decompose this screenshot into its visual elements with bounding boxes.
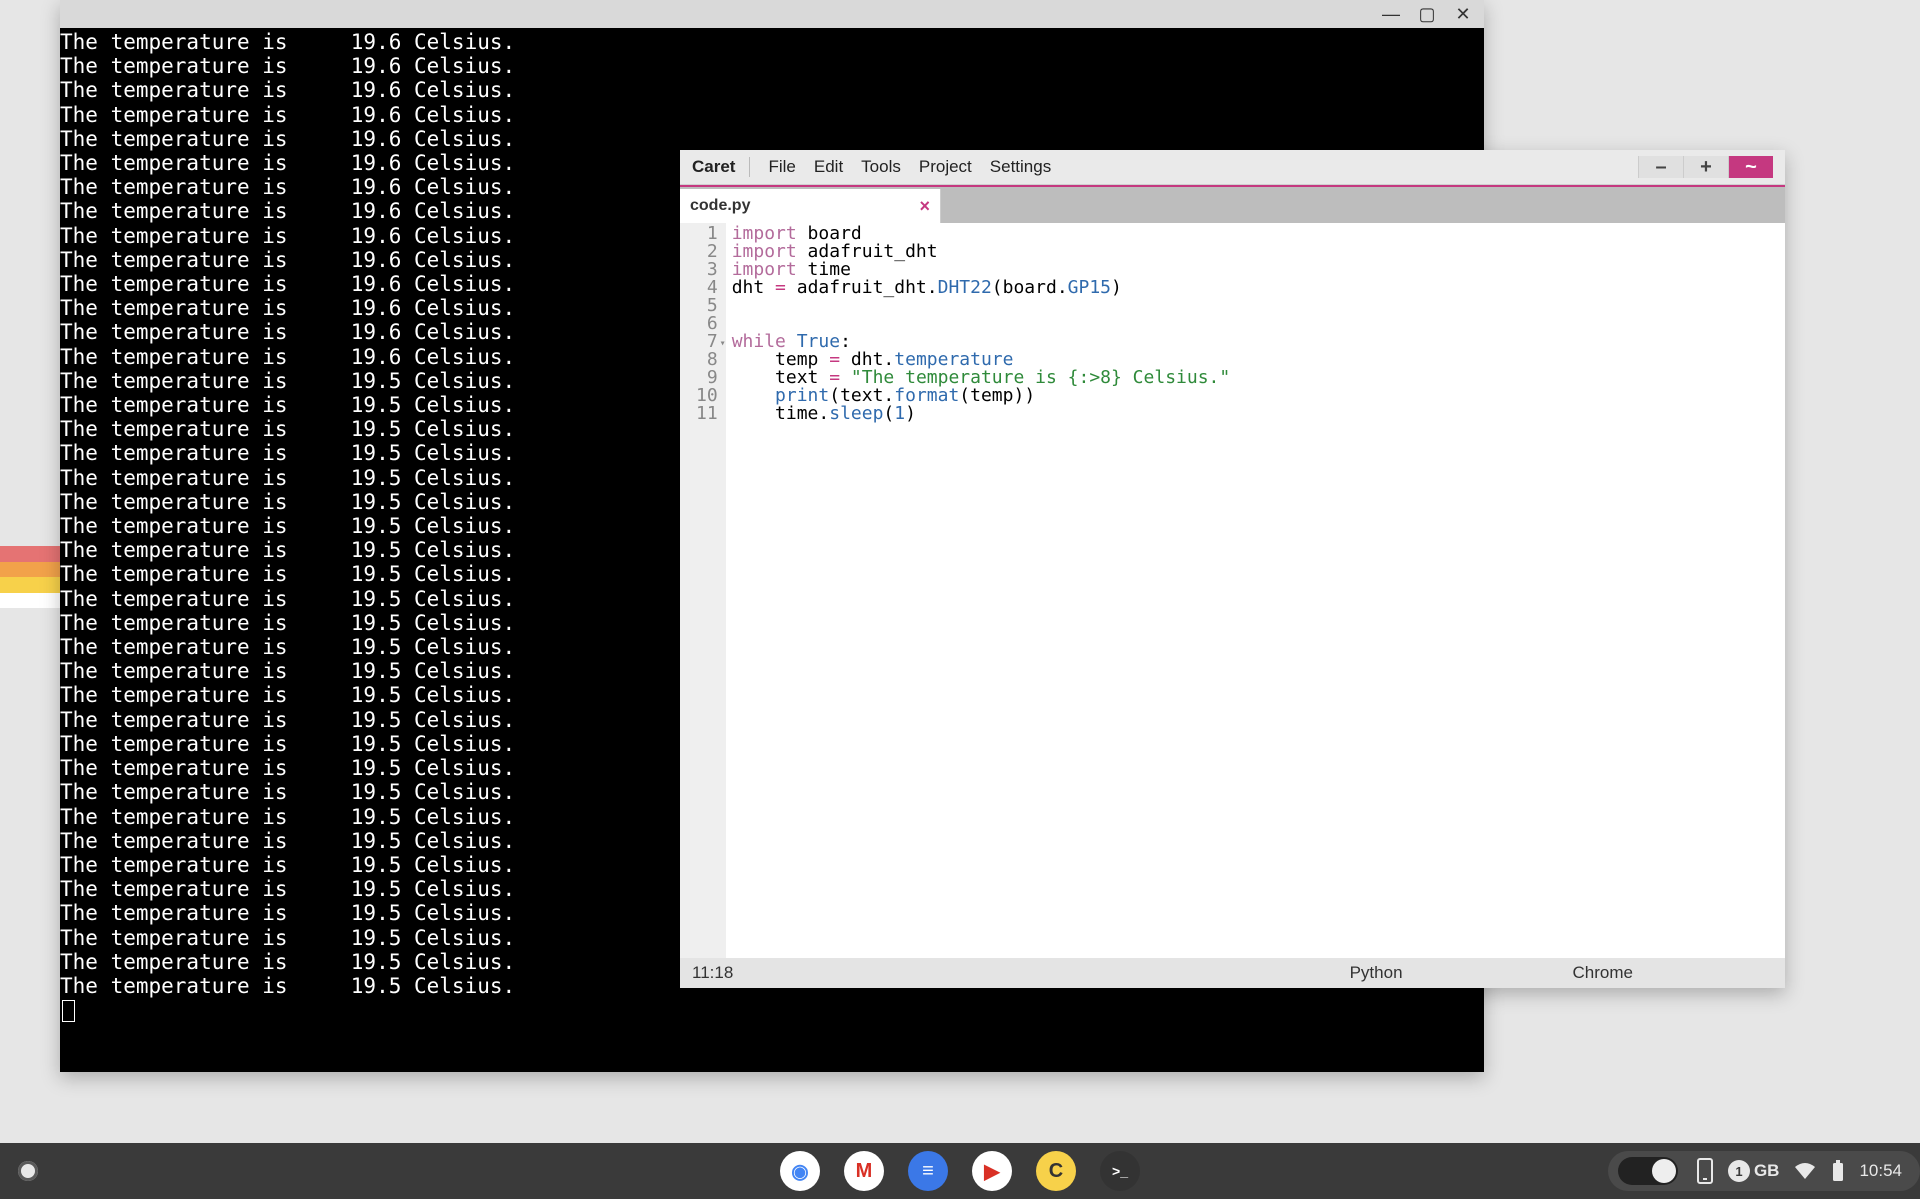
shelf-apps: ◉ M ≡ ▶ C >_ <box>780 1151 1140 1191</box>
system-tray[interactable]: 1 GB 10:54 <box>1608 1151 1920 1191</box>
phone-hub-icon[interactable] <box>1696 1158 1714 1184</box>
status-language[interactable]: Python <box>1350 963 1403 983</box>
side-notification-tab[interactable] <box>0 546 60 608</box>
editor-tab-label: code.py <box>690 197 750 215</box>
menu-file[interactable]: File <box>768 157 795 177</box>
chromeos-shelf: ◉ M ≡ ▶ C >_ 1 GB 10:54 <box>0 1143 1920 1199</box>
do-not-disturb-toggle[interactable] <box>1618 1157 1678 1185</box>
status-cursor-position: 11:18 <box>692 963 733 983</box>
gmail-app[interactable]: M <box>844 1151 884 1191</box>
launcher-button[interactable] <box>0 1143 56 1199</box>
editor-menus: File Edit Tools Project Settings <box>768 157 1051 177</box>
editor-tab-codepy[interactable]: code.py × <box>680 189 941 223</box>
terminal-app[interactable]: >_ <box>1100 1151 1140 1191</box>
line-number: 11 <box>696 405 718 423</box>
storage-indicator[interactable]: 1 GB <box>1728 1160 1780 1182</box>
docs-app[interactable]: ≡ <box>908 1151 948 1191</box>
zoom-out-button[interactable]: – <box>1638 156 1684 178</box>
fold-icon[interactable]: ▾ <box>720 335 726 353</box>
editor-gutter: 1234567▾891011 <box>680 223 726 958</box>
editor-tabstrip: code.py × <box>680 185 1785 223</box>
code-line[interactable]: time.sleep(1) <box>732 405 1231 423</box>
minimize-icon[interactable]: — <box>1382 4 1400 25</box>
storage-number: 1 <box>1728 1160 1750 1182</box>
code-line[interactable] <box>732 297 1231 315</box>
caret-app[interactable]: C <box>1036 1151 1076 1191</box>
modified-indicator-button[interactable]: ~ <box>1729 156 1773 178</box>
app-name-label: Caret <box>692 157 750 177</box>
maximize-icon[interactable]: ▢ <box>1418 4 1436 25</box>
editor-statusbar: 11:18 Python Chrome <box>680 958 1785 988</box>
terminal-titlebar[interactable]: — ▢ ✕ <box>60 0 1484 28</box>
zoom-in-button[interactable]: + <box>1684 156 1729 178</box>
terminal-cursor <box>62 1000 75 1022</box>
close-icon[interactable]: ✕ <box>1454 4 1472 25</box>
battery-icon[interactable] <box>1831 1160 1845 1182</box>
editor-body[interactable]: 1234567▾891011 import boardimport adafru… <box>680 223 1785 958</box>
menu-tools[interactable]: Tools <box>861 157 901 177</box>
editor-code[interactable]: import boardimport adafruit_dhtimport ti… <box>726 223 1231 958</box>
clock[interactable]: 10:54 <box>1859 1161 1902 1181</box>
caret-editor-window: Caret File Edit Tools Project Settings – + ~… <box>680 150 1785 988</box>
wifi-icon[interactable] <box>1793 1162 1817 1180</box>
code-line[interactable]: dht = adafruit_dht.DHT22(board.GP15) <box>732 279 1231 297</box>
storage-unit: GB <box>1754 1161 1780 1181</box>
editor-menubar: Caret File Edit Tools Project Settings – + ~ <box>680 150 1785 185</box>
chrome-app[interactable]: ◉ <box>780 1151 820 1191</box>
status-platform: Chrome <box>1573 963 1633 983</box>
menu-settings[interactable]: Settings <box>990 157 1051 177</box>
youtube-app[interactable]: ▶ <box>972 1151 1012 1191</box>
tab-close-icon[interactable]: × <box>919 196 930 217</box>
menu-edit[interactable]: Edit <box>814 157 843 177</box>
launcher-icon <box>18 1161 38 1181</box>
menu-project[interactable]: Project <box>919 157 972 177</box>
